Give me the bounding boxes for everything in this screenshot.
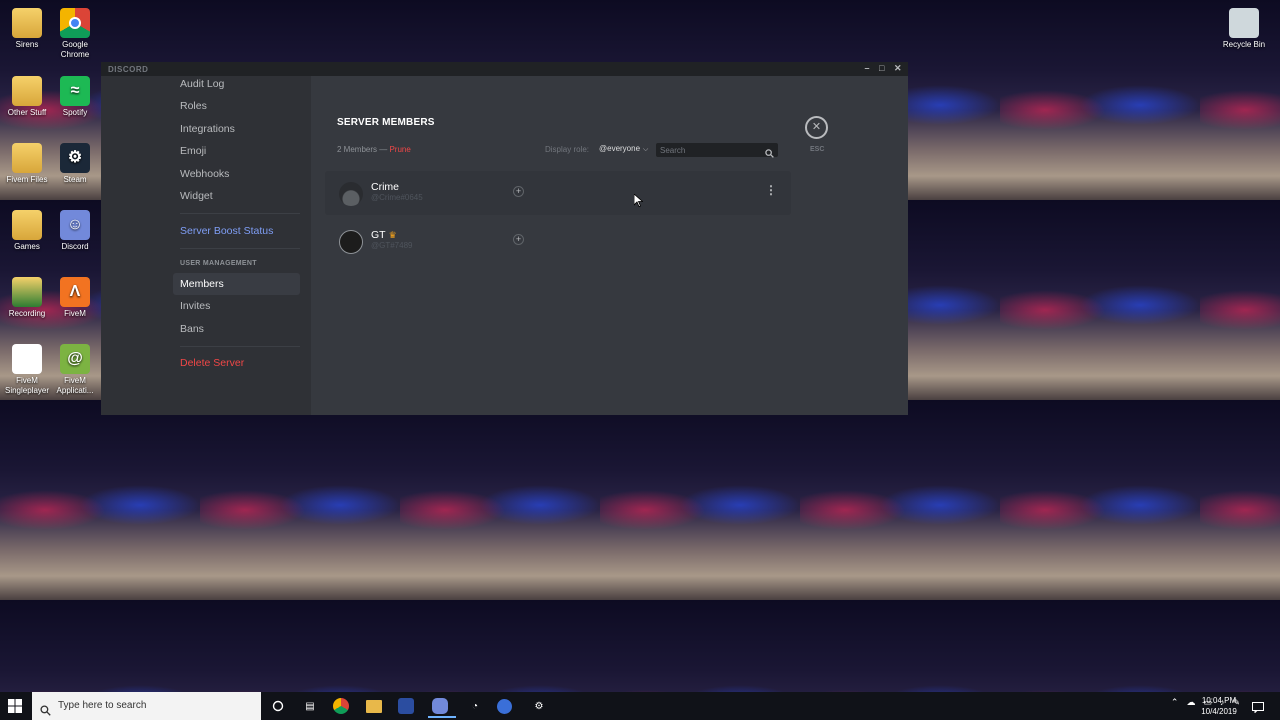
member-count: 2 Members — Prune	[337, 145, 411, 154]
taskbar: Type here to search ▤ ◔ ⚙ ⌃ ☁ ▭ ♪ ✎ 10:0…	[0, 692, 1280, 720]
close-icon: ✕	[811, 121, 822, 133]
sidebar-divider	[180, 248, 300, 249]
display-role-value: @everyone	[599, 144, 641, 153]
sidebar-item-members[interactable]: Members	[173, 273, 300, 295]
plus-icon: +	[515, 234, 522, 244]
folder-icon	[12, 76, 42, 106]
close-window-button[interactable]: ✕	[894, 63, 902, 74]
add-role-button[interactable]: +	[513, 186, 524, 197]
sidebar-item-integrations[interactable]: Integrations	[173, 118, 300, 140]
document-icon	[12, 344, 42, 374]
task-view-icon[interactable]: ▤	[300, 696, 320, 716]
member-search-input[interactable]	[660, 144, 760, 156]
obs-icon[interactable]: ◔	[465, 696, 485, 716]
desktop-icon-spotify[interactable]: ≈ Spotify	[48, 76, 102, 118]
cortana-icon[interactable]	[268, 696, 288, 716]
clock-date: 10/4/2019	[1201, 707, 1237, 716]
store-icon[interactable]	[398, 698, 414, 714]
member-name: Crime	[371, 181, 399, 193]
folder-icon	[12, 143, 42, 173]
member-row[interactable]: GT ♛ @GT#7489 +	[325, 219, 791, 263]
member-name-wrap: GT ♛	[371, 229, 397, 241]
discord-window: DISCORD – □ ✕ Audit Log Roles Integratio…	[101, 62, 908, 415]
members-panel: SERVER MEMBERS 2 Members — Prune Display…	[311, 76, 908, 415]
chrome-icon	[60, 8, 90, 38]
discord-icon[interactable]	[428, 698, 456, 718]
member-search	[656, 143, 778, 158]
clock-time: 10:04 PM	[1201, 696, 1237, 705]
chevron-down-icon: ⌵	[643, 146, 649, 153]
prune-link[interactable]: Prune	[389, 145, 410, 154]
crown-icon: ♛	[388, 230, 397, 240]
avatar	[339, 230, 363, 254]
display-role-label: Display role:	[545, 145, 590, 154]
sidebar-item-audit-log[interactable]: Audit Log	[173, 73, 300, 95]
sidebar-item-delete-server[interactable]: Delete Server	[173, 352, 300, 374]
esc-label: ESC	[810, 146, 825, 153]
desktop-icon-fivem-singleplayer[interactable]: FiveM Singleplayer	[0, 344, 54, 396]
folder-icon	[12, 8, 42, 38]
member-name: GT	[371, 229, 386, 241]
desktop-icon-fivem-application[interactable]: @ FiveM Applicati...	[48, 344, 102, 396]
discord-icon: ☺	[60, 210, 90, 240]
folder-icon	[12, 277, 42, 307]
member-tag: @GT#7489	[371, 241, 413, 250]
steam-icon[interactable]: ⚙	[529, 696, 549, 716]
chevron-up-icon[interactable]: ⌃	[1171, 697, 1179, 708]
more-options-icon[interactable]: ⋮	[765, 183, 777, 197]
desktop-icon-steam[interactable]: ⚙ Steam	[48, 143, 102, 185]
onedrive-icon[interactable]: ☁	[1186, 697, 1195, 708]
desktop-icon-fivem-files[interactable]: Fivem Files	[0, 143, 54, 185]
mouse-cursor-icon	[633, 193, 644, 212]
snail-icon: @	[60, 344, 90, 374]
plus-icon: +	[515, 186, 522, 196]
taskbar-search-placeholder: Type here to search	[58, 700, 147, 711]
member-tag: @Crime#0645	[371, 193, 423, 202]
notification-icon[interactable]	[1252, 700, 1264, 718]
page-title: SERVER MEMBERS	[337, 117, 435, 128]
desktop-icon-discord[interactable]: ☺ Discord	[48, 210, 102, 252]
desktop-icon-games[interactable]: Games	[0, 210, 54, 252]
taskbar-clock[interactable]: 10:04 PM 10/4/2019	[1198, 695, 1240, 717]
chrome-icon[interactable]	[333, 698, 349, 714]
add-role-button[interactable]: +	[513, 234, 524, 245]
steam-icon: ⚙	[60, 143, 90, 173]
settings-sidebar: Audit Log Roles Integrations Emoji Webho…	[101, 76, 311, 415]
member-count-text: 2 Members —	[337, 145, 388, 154]
avatar	[339, 182, 363, 206]
desktop-icon-recycle-bin[interactable]: Recycle Bin	[1214, 8, 1274, 50]
maximize-button[interactable]: □	[879, 63, 885, 74]
sidebar-divider	[180, 213, 300, 214]
sidebar-item-webhooks[interactable]: Webhooks	[173, 163, 300, 185]
window-brand: DISCORD	[108, 65, 149, 74]
app-icon[interactable]	[497, 699, 512, 714]
spotify-icon: ≈	[60, 76, 90, 106]
sidebar-item-server-boost-status[interactable]: Server Boost Status	[173, 220, 300, 242]
fivem-icon: Λ	[60, 277, 90, 307]
windows-start-icon[interactable]	[8, 699, 22, 718]
desktop-icon-recording[interactable]: Recording	[0, 277, 54, 319]
sidebar-item-roles[interactable]: Roles	[173, 95, 300, 117]
sidebar-divider	[180, 346, 300, 347]
recycle-bin-icon	[1229, 8, 1259, 38]
window-controls: – □ ✕	[865, 63, 903, 74]
file-explorer-icon[interactable]	[366, 700, 382, 713]
desktop-icon-fivem[interactable]: Λ FiveM	[48, 277, 102, 319]
search-icon	[765, 145, 774, 163]
sidebar-item-widget[interactable]: Widget	[173, 185, 300, 207]
taskbar-search[interactable]: Type here to search	[32, 692, 261, 720]
folder-icon	[12, 210, 42, 240]
desktop-icon-sirens[interactable]: Sirens	[0, 8, 54, 50]
close-settings-button[interactable]: ✕	[805, 116, 828, 139]
minimize-button[interactable]: –	[865, 63, 871, 74]
member-row[interactable]: Crime @Crime#0645 + ⋮	[325, 171, 791, 215]
desktop-icon-other-stuff[interactable]: Other Stuff	[0, 76, 54, 118]
sidebar-item-emoji[interactable]: Emoji	[173, 140, 300, 162]
sidebar-item-invites[interactable]: Invites	[173, 295, 300, 317]
desktop-icon-chrome[interactable]: Google Chrome	[48, 8, 102, 60]
sidebar-section-header: USER MANAGEMENT	[180, 260, 257, 267]
display-role-select[interactable]: @everyone ⌵	[599, 144, 648, 154]
search-icon	[40, 700, 51, 720]
sidebar-item-bans[interactable]: Bans	[173, 318, 300, 340]
